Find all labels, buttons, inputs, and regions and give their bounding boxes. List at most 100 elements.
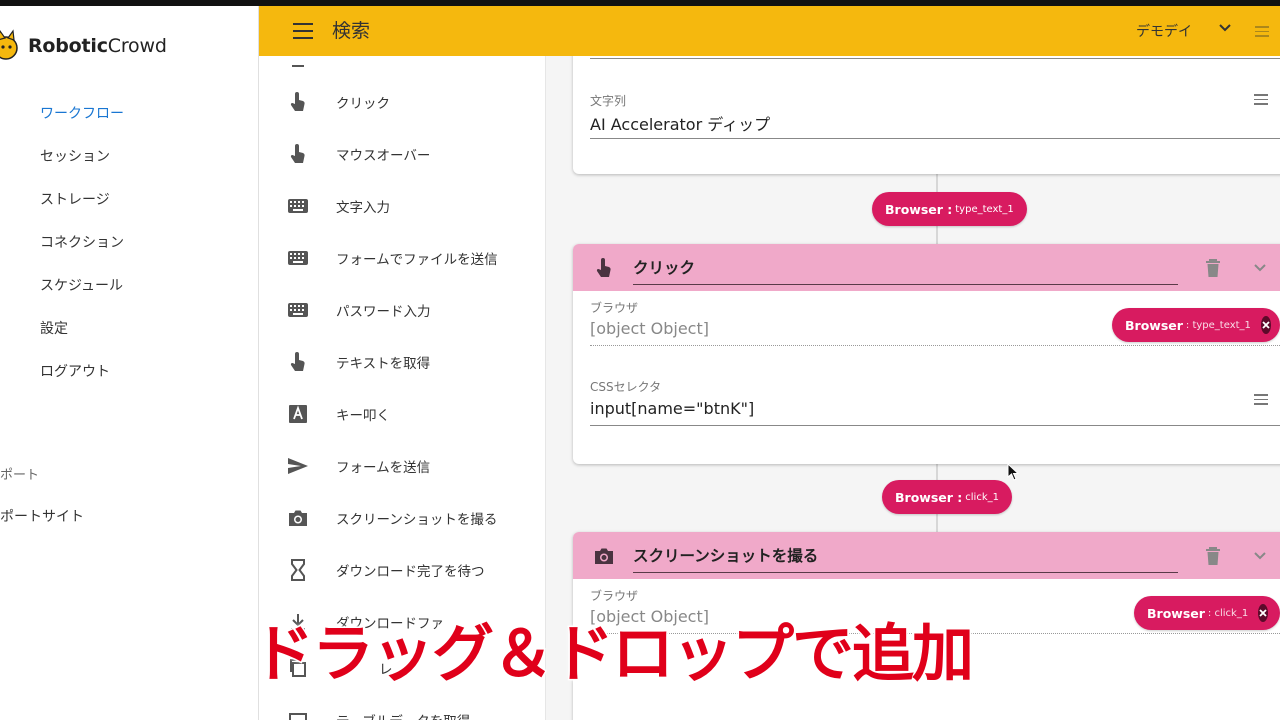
browser-field-label: ブラウザ xyxy=(590,301,639,315)
workflow-icon xyxy=(0,108,4,118)
session-icon xyxy=(0,151,4,161)
chevron-down-icon[interactable] xyxy=(1253,549,1267,563)
mouse-cursor-icon xyxy=(1007,463,1019,481)
card-header: クリック xyxy=(573,244,1280,291)
card-title[interactable]: スクリーンショットを撮る xyxy=(633,544,1178,573)
nav-item-connections[interactable]: コネクション xyxy=(0,220,259,263)
palette-item-label: キー叩く xyxy=(336,408,390,424)
logout-icon xyxy=(0,366,4,376)
browser-variable-chip[interactable]: Browser : type_text_1 xyxy=(1112,308,1280,342)
trash-icon[interactable] xyxy=(1205,546,1221,566)
field-underline xyxy=(590,58,1280,59)
connector-browser-chip[interactable]: Browser : type_text_1 xyxy=(872,192,1027,226)
chip-variable: : click_1 xyxy=(1207,607,1249,619)
robot-cat-logo-icon xyxy=(0,29,18,60)
card-title[interactable]: クリック xyxy=(633,256,1178,285)
field-underline xyxy=(590,345,1280,346)
trash-icon[interactable] xyxy=(1205,258,1221,278)
palette-item-label: フォームでファイルを送信 xyxy=(336,252,498,268)
nav-item-label: スケジュール xyxy=(40,277,124,294)
drag-handle-icon[interactable] xyxy=(1255,26,1269,38)
send-icon xyxy=(287,455,309,477)
nav-item-workflow[interactable]: ワークフロー xyxy=(0,91,259,134)
palette-item-label: テーブルデータを取得 xyxy=(336,710,470,720)
palette-item-label: クリック xyxy=(336,96,390,112)
css-selector-label: CSSセレクタ xyxy=(590,380,662,394)
palette-item-get-text[interactable]: テキストを取得 xyxy=(259,336,545,388)
app-logo[interactable]: RoboticCrowd xyxy=(0,26,167,66)
top-app-bar: 検索 デモデイ xyxy=(259,6,1280,56)
workflow-title: 検索 xyxy=(332,20,371,42)
hand-pointer-icon xyxy=(287,351,309,373)
support-site-link[interactable]: ポートサイト xyxy=(0,506,84,526)
palette-item-label: 文字入力 xyxy=(336,200,390,216)
hand-pointer-icon xyxy=(287,91,309,113)
palette-item-mouseover[interactable]: マウスオーバー xyxy=(259,128,545,180)
string-field-label: 文字列 xyxy=(590,94,627,108)
nav-item-label: ストレージ xyxy=(40,191,110,208)
keyboard-icon xyxy=(287,299,309,321)
browser-variable-chip[interactable]: Browser : click_1 xyxy=(1134,596,1280,630)
palette-item-label: テキストを取得 xyxy=(336,356,431,372)
table-icon xyxy=(287,709,309,720)
connector-browser-chip[interactable]: Browser : click_1 xyxy=(882,480,1012,514)
nav-item-logout[interactable]: ログアウト xyxy=(0,349,259,392)
palette-item-label: マウスオーバー xyxy=(336,148,431,164)
palette-item-label: ダウンロード完了を待つ xyxy=(336,564,485,580)
click-action-card: クリック ブラウザ [object Object] CSSセレクタ input[… xyxy=(573,244,1280,464)
drag-handle-icon[interactable] xyxy=(1254,94,1268,106)
hand-pointer-icon xyxy=(596,258,611,277)
chip-label: Browser : xyxy=(885,201,953,217)
camera-icon xyxy=(595,548,613,564)
letter-a-icon xyxy=(287,403,309,425)
chip-variable: type_text_1 xyxy=(955,203,1014,215)
palette-item-click[interactable]: クリック xyxy=(259,76,545,128)
chip-label: Browser xyxy=(1125,317,1183,333)
palette-item-screenshot[interactable]: スクリーンショットを撮る xyxy=(259,492,545,544)
hamburger-menu-icon[interactable] xyxy=(293,23,313,39)
card-header: スクリーンショットを撮る xyxy=(573,532,1280,579)
palette-item-type-text[interactable]: 文字入力 xyxy=(259,180,545,232)
field-underline xyxy=(590,425,1280,426)
user-name[interactable]: デモデイ xyxy=(1136,21,1192,41)
logo-text: RoboticCrowd xyxy=(28,35,167,57)
camera-icon xyxy=(287,507,309,529)
nav-item-label: ワークフロー xyxy=(40,105,124,122)
chevron-down-icon[interactable] xyxy=(1217,20,1233,36)
browser-field-value[interactable]: [object Object] xyxy=(590,319,709,338)
field-underline xyxy=(590,138,1280,139)
left-navigation: RoboticCrowd ワークフロー セッション ストレージ コネクション ス… xyxy=(0,6,259,720)
settings-icon xyxy=(0,323,4,333)
nav-item-label: コネクション xyxy=(40,234,124,251)
keyboard-icon xyxy=(287,195,309,217)
nav-item-sessions[interactable]: セッション xyxy=(0,134,259,177)
string-field-value[interactable]: AI Accelerator ディップ xyxy=(590,111,770,135)
palette-item-password[interactable]: パスワード入力 xyxy=(259,284,545,336)
nav-item-schedule[interactable]: スケジュール xyxy=(0,263,259,306)
browser-field-label: ブラウザ xyxy=(590,589,639,603)
schedule-icon xyxy=(0,280,4,290)
chip-label: Browser : xyxy=(895,489,963,505)
css-selector-input[interactable]: input[name="btnK"] xyxy=(590,399,754,418)
video-caption-overlay: ドラッグ＆ドロップで追加 xyxy=(250,616,975,692)
nav-item-settings[interactable]: 設定 xyxy=(0,306,259,349)
palette-item-label: スクリーンショットを撮る xyxy=(336,512,498,528)
nav-item-label: セッション xyxy=(40,148,110,165)
palette-item-submit-form[interactable]: フォームを送信 xyxy=(259,440,545,492)
nav-item-storage[interactable]: ストレージ xyxy=(0,177,259,220)
close-icon[interactable] xyxy=(1260,316,1271,334)
keyboard-icon xyxy=(287,247,309,269)
palette-item-get-table-data[interactable]: テーブルデータを取得 xyxy=(259,694,545,720)
type-text-card: 文字列 AI Accelerator ディップ xyxy=(573,56,1280,174)
palette-item-form-file-upload[interactable]: フォームでファイルを送信 xyxy=(259,232,545,284)
drag-handle-icon[interactable] xyxy=(1254,394,1268,406)
palette-item-wait-download[interactable]: ダウンロード完了を待つ xyxy=(259,544,545,596)
hand-pointer-icon xyxy=(287,143,309,165)
palette-item-press-key[interactable]: キー叩く xyxy=(259,388,545,440)
chevron-down-icon[interactable] xyxy=(1253,261,1267,275)
close-icon[interactable] xyxy=(1258,604,1269,622)
palette-item-label: フォームを送信 xyxy=(336,460,431,476)
storage-icon xyxy=(0,194,4,204)
support-section-heading: ポート xyxy=(0,468,40,483)
partial-icon xyxy=(287,56,309,77)
